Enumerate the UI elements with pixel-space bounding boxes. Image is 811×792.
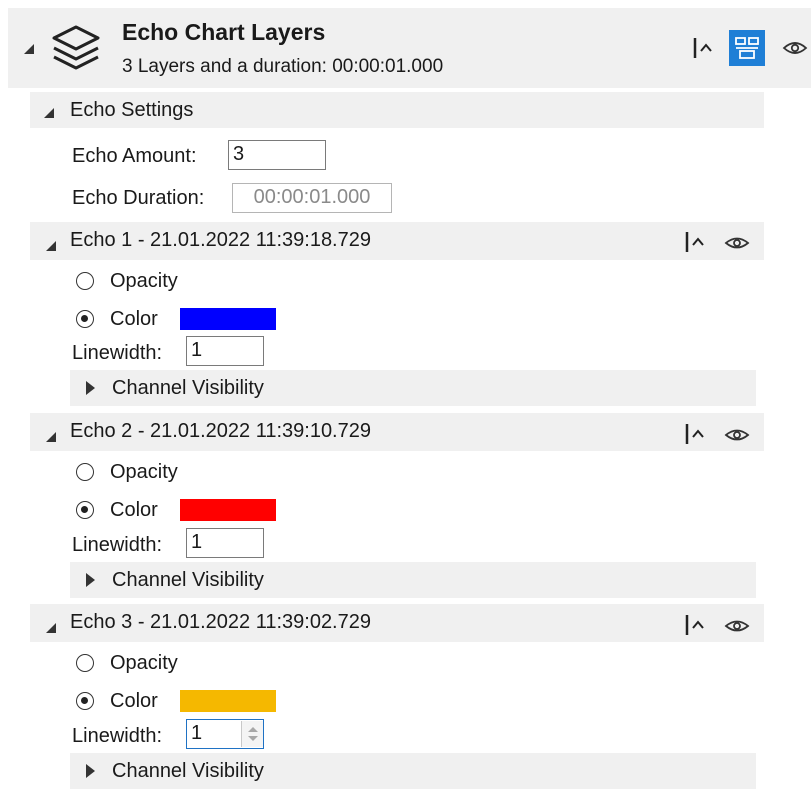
echo-1-linewidth-label: Linewidth: <box>72 342 163 364</box>
spinner-arrows-icon <box>248 727 258 741</box>
echo-3-opacity-label[interactable]: Opacity <box>110 653 178 673</box>
echo-1-color-swatch[interactable] <box>180 308 276 330</box>
echo-2-linewidth-input[interactable]: 1 <box>186 528 264 558</box>
header-subtitle: 3 Layers and a duration: 00:00:01.000 <box>122 56 444 77</box>
echo-settings-heading: Echo Settings <box>70 99 194 121</box>
echo-2-color-radio[interactable] <box>76 501 94 519</box>
echo-amount-input[interactable]: 3 <box>228 140 326 170</box>
echo-3-channel-label: Channel Visibility <box>112 760 264 782</box>
layout-toggle-button[interactable] <box>729 30 765 66</box>
echo-3-linewidth-label: Linewidth: <box>72 725 163 747</box>
linewidth-spinner[interactable] <box>241 721 263 747</box>
layout-icon <box>735 37 759 59</box>
echo-2-linewidth-label: Linewidth: <box>72 534 163 556</box>
echo-2-color-label[interactable]: Color <box>110 500 158 520</box>
echo-1-opacity-radio[interactable] <box>76 272 94 290</box>
echo-1-color-label[interactable]: Color <box>110 309 158 329</box>
visibility-eye-icon[interactable] <box>724 234 750 252</box>
collapse-echo-1-icon[interactable] <box>46 241 56 251</box>
echo-1-title: Echo 1 - 21.01.2022 11:39:18.729 <box>70 229 371 251</box>
expand-channel-3-icon[interactable] <box>86 764 95 778</box>
page-title: Echo Chart Layers <box>122 19 326 45</box>
echo-1-color-radio[interactable] <box>76 310 94 328</box>
echo-3-color-label[interactable]: Color <box>110 691 158 711</box>
echo-2-color-swatch[interactable] <box>180 499 276 521</box>
collapse-header-icon[interactable] <box>24 44 34 54</box>
echo-3-title: Echo 3 - 21.01.2022 11:39:02.729 <box>70 611 371 633</box>
visibility-eye-icon[interactable] <box>782 38 808 58</box>
echo-2-channel-label: Channel Visibility <box>112 569 264 591</box>
visibility-eye-icon[interactable] <box>724 617 750 635</box>
expand-channel-1-icon[interactable] <box>86 381 95 395</box>
collapse-settings-icon[interactable] <box>44 108 54 118</box>
echo-duration-input: 00:00:01.000 <box>232 183 392 213</box>
echo-3-opacity-radio[interactable] <box>76 654 94 672</box>
collapse-up-icon[interactable] <box>684 230 708 254</box>
echo-2-title: Echo 2 - 21.01.2022 11:39:10.729 <box>70 420 371 442</box>
visibility-eye-icon[interactable] <box>724 426 750 444</box>
expand-channel-2-icon[interactable] <box>86 573 95 587</box>
echo-2-opacity-label[interactable]: Opacity <box>110 462 178 482</box>
echo-3-color-swatch[interactable] <box>180 690 276 712</box>
collapse-echo-3-icon[interactable] <box>46 623 56 633</box>
echo-3-color-radio[interactable] <box>76 692 94 710</box>
echo-2-opacity-radio[interactable] <box>76 463 94 481</box>
echo-1-channel-label: Channel Visibility <box>112 377 264 399</box>
collapse-up-icon[interactable] <box>684 613 708 637</box>
echo-amount-label: Echo Amount: <box>72 145 197 167</box>
collapse-up-icon[interactable] <box>684 422 708 446</box>
echo-1-linewidth-input[interactable]: 1 <box>186 336 264 366</box>
echo-1-opacity-label[interactable]: Opacity <box>110 271 178 291</box>
collapse-echo-2-icon[interactable] <box>46 432 56 442</box>
echo-duration-label: Echo Duration: <box>72 187 205 209</box>
layers-icon <box>52 25 100 70</box>
collapse-up-icon[interactable] <box>692 36 716 60</box>
